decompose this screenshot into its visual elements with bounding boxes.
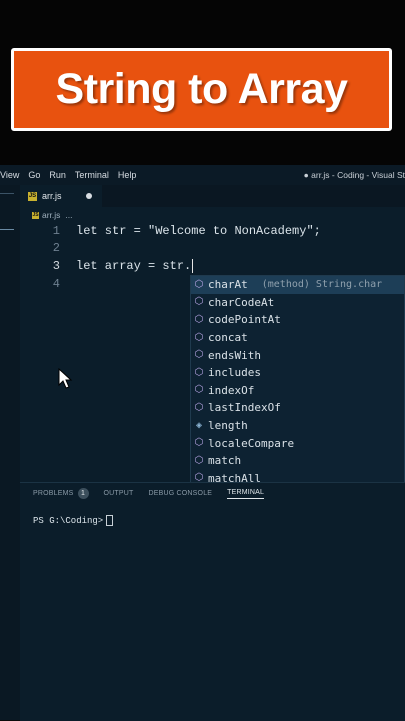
suggestion-label: codePointAt [208,313,281,327]
suggestion-label: endsWith [208,348,261,362]
tab-debug-console[interactable]: DEBUG CONSOLE [148,490,212,497]
menu-terminal[interactable]: Terminal [75,170,109,180]
tab-bar: JS arr.js [20,185,405,207]
suggestion-localeCompare[interactable]: ⬡ localeCompare [191,434,404,452]
breadcrumb-file[interactable]: arr.js [42,210,60,220]
prompt-text: PS G:\Coding> [33,515,104,526]
tab-arr-js[interactable]: JS arr.js [20,185,102,207]
terminal-prompt[interactable]: PS G:\Coding> [33,515,114,526]
method-cube-icon: ⬡ [194,437,204,449]
suggestion-detail: (method) String.char [261,279,383,291]
tab-label: arr.js [42,191,62,201]
menu-go[interactable]: Go [28,170,40,180]
tab-output[interactable]: OUTPUT [104,490,134,497]
problems-count-badge: 1 [77,488,89,499]
suggestion-codePointAt[interactable]: ⬡ codePointAt [191,311,404,329]
code-line-1[interactable]: 1 let str = "Welcome to NonAcademy"; [20,224,405,242]
mouse-pointer-icon [58,368,73,389]
activity-icon[interactable] [0,193,14,194]
line-number: 1 [52,224,60,238]
suggestion-label: lastIndexOf [208,401,281,415]
suggestion-charCodeAt[interactable]: ⬡ charCodeAt [191,294,404,312]
breadcrumb-more[interactable]: ... [65,210,72,220]
method-cube-icon: ⬡ [194,296,204,308]
suggestion-lastIndexOf[interactable]: ⬡ lastIndexOf [191,399,404,417]
method-cube-icon: ⬡ [194,366,204,378]
line-number: 4 [52,277,60,291]
banner-title: String to Array [55,65,348,113]
suggestion-includes[interactable]: ⬡ includes [191,364,404,382]
bottom-panel: PROBLEMS 1 OUTPUT DEBUG CONSOLE TERMINAL … [20,482,405,721]
suggestion-label: length [208,419,248,433]
code-line-2[interactable]: 2 [20,241,405,259]
suggestion-endsWith[interactable]: ⬡ endsWith [191,346,404,364]
method-cube-icon: ⬡ [194,349,204,361]
suggestion-label: includes [208,366,261,380]
menu-bar: View Go Run Terminal Help ● arr.js - Cod… [0,165,405,185]
suggestion-length[interactable]: ◈ length [191,417,404,435]
code-text: let array = str. [76,259,194,274]
suggestion-indexOf[interactable]: ⬡ indexOf [191,382,404,400]
suggestion-label: localeCompare [208,436,295,450]
suggestion-label: indexOf [208,383,255,397]
suggestion-label: charAt [208,278,248,292]
line-number: 3 [52,259,60,273]
activity-bar [0,185,20,720]
suggestion-charAt[interactable]: ⬡ charAt (method) String.char [191,276,404,294]
suggestion-concat[interactable]: ⬡ concat [191,329,404,347]
method-cube-icon: ⬡ [194,454,204,466]
unsaved-dot-icon[interactable] [86,193,92,199]
js-file-icon: JS [28,191,37,201]
suggestion-label: concat [208,331,248,345]
menu-view[interactable]: View [0,170,19,180]
suggestion-match[interactable]: ⬡ match [191,452,404,470]
method-cube-icon: ⬡ [194,331,204,343]
autocomplete-widget: ⬡ charAt (method) String.char ⬡ charCodeA… [190,275,405,487]
tab-terminal[interactable]: TERMINAL [227,489,265,499]
property-icon: ◈ [195,419,203,431]
menu-run[interactable]: Run [49,170,66,180]
code-text: let str = "Welcome to NonAcademy"; [76,224,321,238]
method-cube-icon: ⬡ [194,384,204,396]
js-file-icon: JS [32,211,39,219]
panel-tabs: PROBLEMS 1 OUTPUT DEBUG CONSOLE TERMINAL [33,488,279,499]
suggestion-label: match [208,454,242,468]
suggestion-label: charCodeAt [208,295,275,309]
method-cube-icon: ⬡ [194,313,204,325]
line-number: 2 [52,241,60,255]
text-cursor [192,259,194,273]
activity-icon-active[interactable] [0,229,14,230]
method-cube-icon: ⬡ [194,278,204,290]
breadcrumb: JS arr.js ... [32,210,73,220]
method-cube-icon: ⬡ [194,401,204,413]
title-banner: String to Array [11,48,392,131]
window-title: ● arr.js - Coding - Visual St [303,170,405,180]
menu-help[interactable]: Help [118,170,137,180]
tab-problems[interactable]: PROBLEMS 1 [33,488,89,499]
terminal-cursor [106,515,114,526]
